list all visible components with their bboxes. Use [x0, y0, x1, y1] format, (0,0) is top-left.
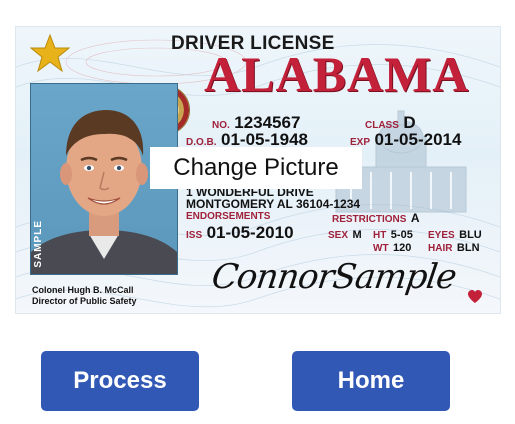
sex-value: M: [352, 229, 362, 241]
hair-field: HAIR BLN: [428, 238, 480, 256]
home-button[interactable]: Home: [292, 351, 450, 411]
restrictions-label: RESTRICTIONS: [332, 214, 407, 225]
screen: DRIVER LICENSE ALABAMA SAMPLE NO. 123456…: [0, 0, 515, 424]
iss-field: ISS 01-05-2010: [186, 223, 294, 243]
star-icon: [30, 33, 70, 73]
weight-value: 120: [393, 242, 412, 254]
issuing-official: Colonel Hugh B. McCall Director of Publi…: [32, 285, 137, 308]
restrictions-value: A: [410, 211, 420, 225]
hair-label: HAIR: [428, 243, 453, 254]
hair-value: BLN: [456, 242, 480, 254]
process-button[interactable]: Process: [41, 351, 199, 411]
weight-label: WT: [373, 243, 389, 254]
official-title: Director of Public Safety: [32, 296, 137, 307]
exp-field: EXP 01-05-2014: [350, 130, 461, 150]
official-name: Colonel Hugh B. McCall: [32, 285, 134, 295]
exp-value: 01-05-2014: [374, 130, 462, 149]
weight-field: WT 120: [373, 238, 411, 256]
sex-label: SEX: [328, 230, 349, 241]
iss-value: 01-05-2010: [206, 223, 294, 242]
iss-label: ISS: [186, 230, 203, 241]
sex-field: SEX M: [328, 225, 362, 243]
photo-sample-label: SAMPLE: [33, 220, 44, 268]
endorsements-label: ENDORSEMENTS: [186, 211, 271, 222]
heart-icon: [468, 290, 482, 303]
state-name: ALABAMA: [204, 46, 470, 102]
signature: ConnorSample: [209, 257, 459, 297]
change-picture-button[interactable]: Change Picture: [150, 147, 362, 189]
